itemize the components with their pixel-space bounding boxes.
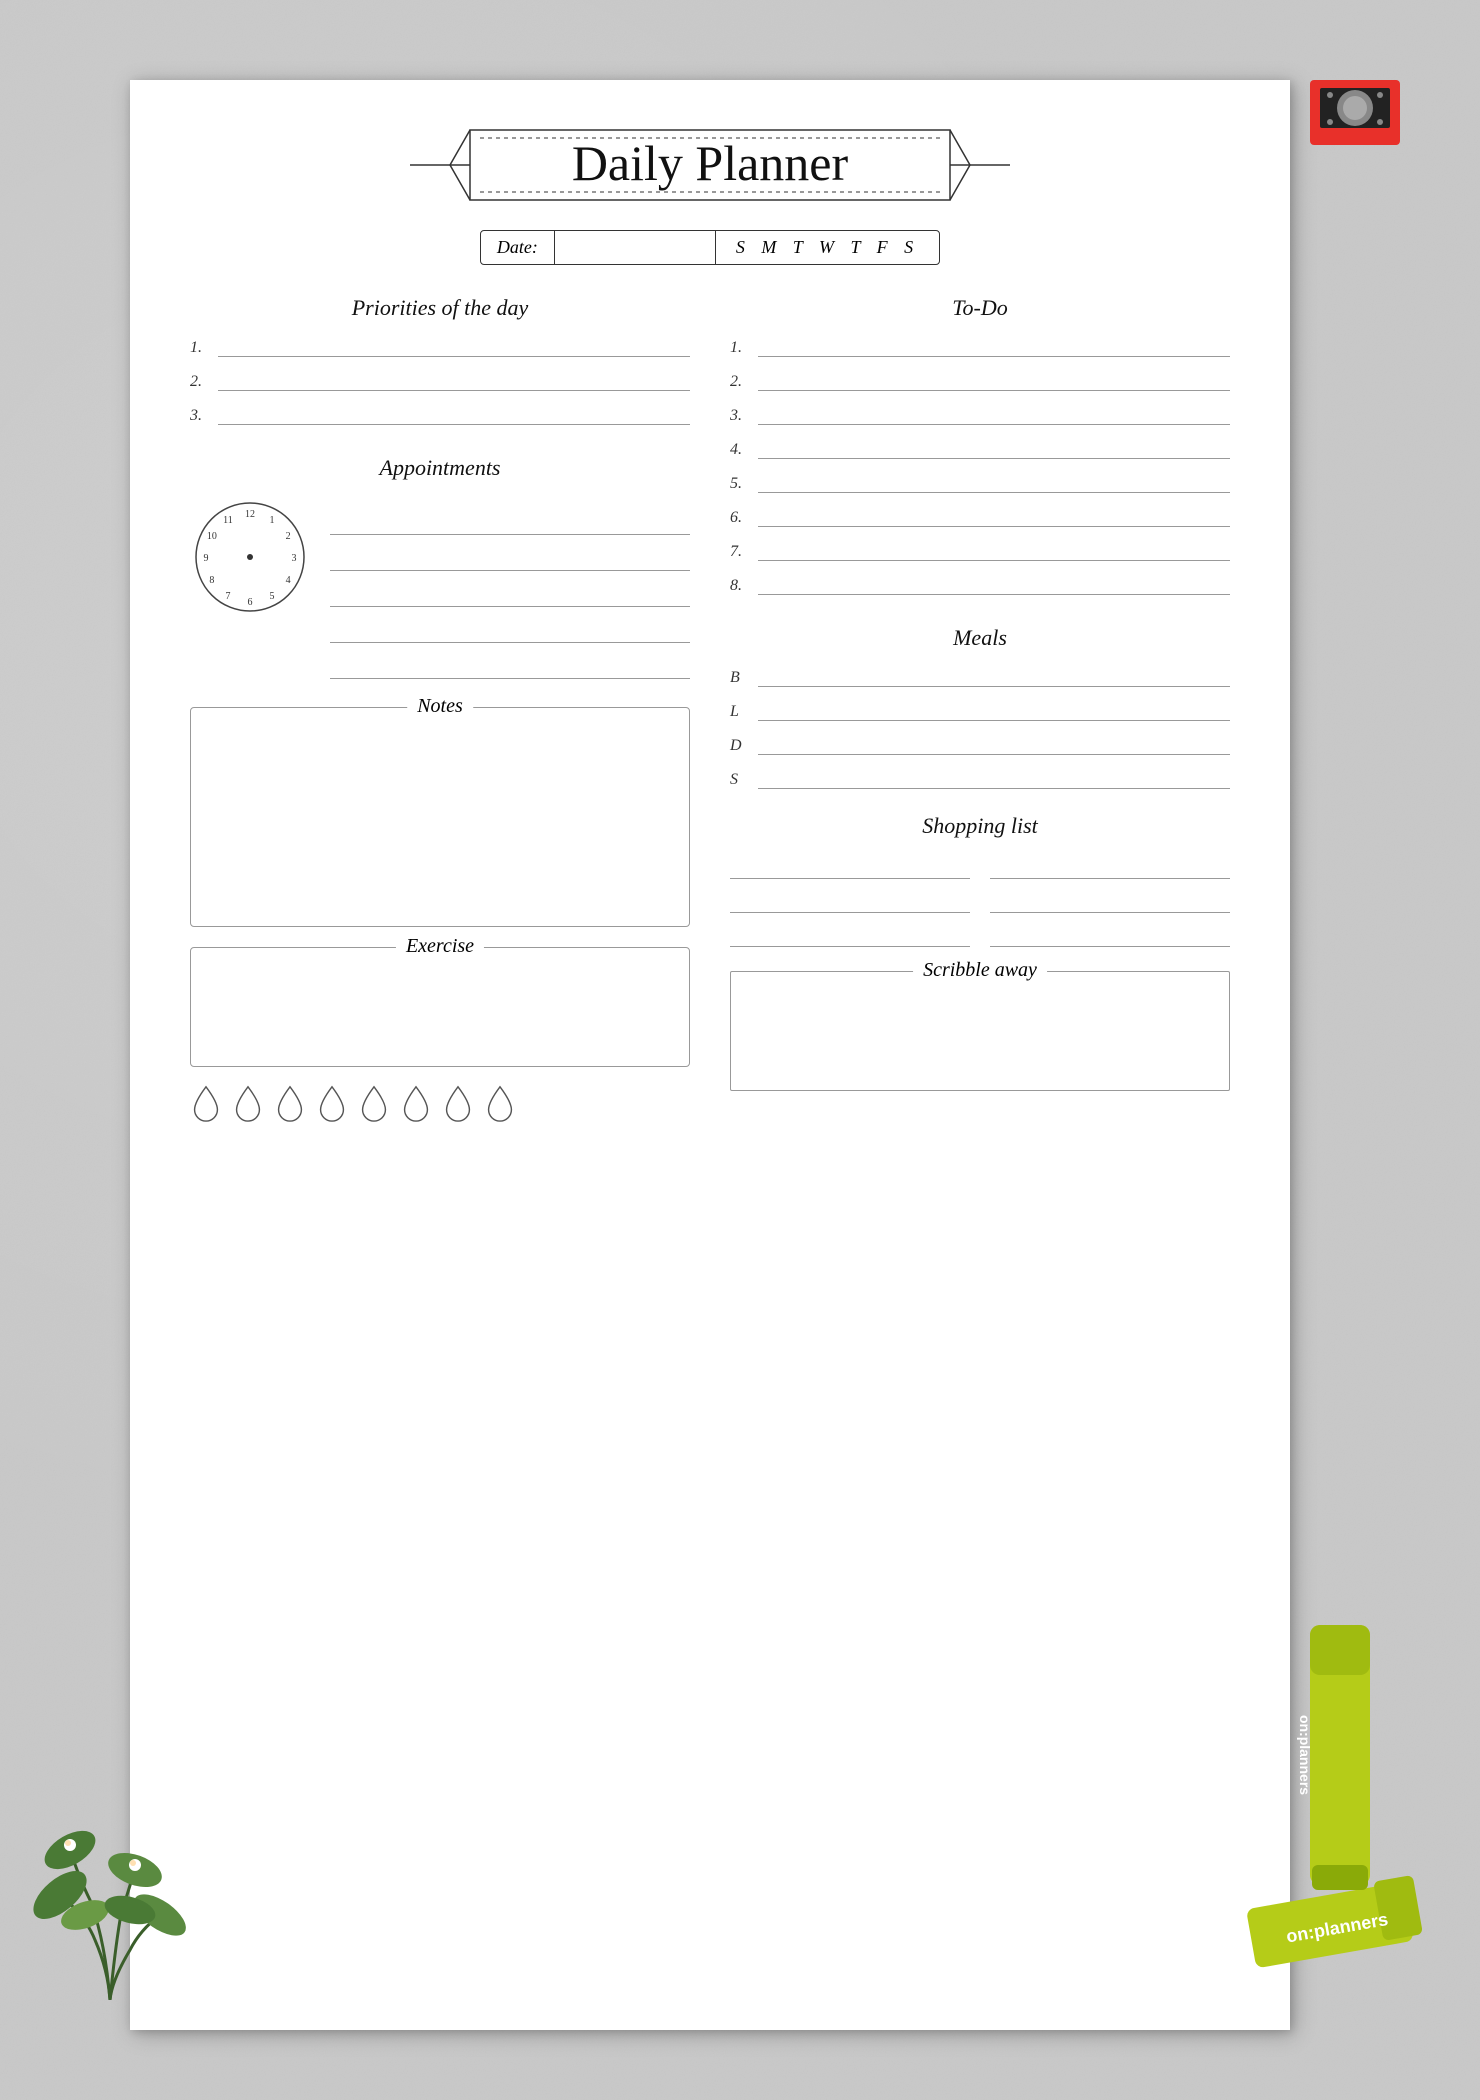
meal-snack: S xyxy=(730,769,1230,789)
appt-line-4 xyxy=(330,615,690,643)
clock-icon: 121234567891011 xyxy=(190,497,310,617)
water-drop-5 xyxy=(358,1083,390,1123)
exercise-box: Exercise xyxy=(190,947,690,1067)
days-row: S M T W T F S xyxy=(715,231,939,264)
priority-item-3: 3. xyxy=(190,405,690,425)
appointment-lines xyxy=(330,497,690,687)
shopping-line-6 xyxy=(990,923,1230,947)
svg-text:11: 11 xyxy=(223,515,233,526)
meals-title: Meals xyxy=(730,625,1230,651)
svg-text:2: 2 xyxy=(286,531,291,542)
shopping-title: Shopping list xyxy=(730,813,1230,839)
sharpener-decoration xyxy=(1300,60,1420,160)
todo-item-6: 6. xyxy=(730,507,1230,527)
water-drop-1 xyxy=(190,1083,222,1123)
svg-text:12: 12 xyxy=(245,509,255,520)
shopping-line-2 xyxy=(990,855,1230,879)
appointments-inner: 121234567891011 xyxy=(190,497,690,687)
banner-area: Daily Planner xyxy=(190,120,1230,210)
notes-box: Notes xyxy=(190,707,690,927)
shopping-grid xyxy=(730,855,1230,947)
main-content: Priorities of the day 1. 2. 3. Appointme… xyxy=(190,295,1230,1143)
todo-item-3: 3. xyxy=(730,405,1230,425)
paper: Daily Planner Date: S M T W T F S Priori… xyxy=(130,80,1290,2030)
date-label: Date: xyxy=(481,231,555,264)
shopping-line-4 xyxy=(990,889,1230,913)
water-drop-3 xyxy=(274,1083,306,1123)
appointments-section: Appointments 121234567891011 xyxy=(190,455,690,687)
water-drop-2 xyxy=(232,1083,264,1123)
water-drop-6 xyxy=(400,1083,432,1123)
left-column: Priorities of the day 1. 2. 3. Appointme… xyxy=(190,295,690,1143)
svg-text:Daily Planner: Daily Planner xyxy=(572,135,849,191)
scribble-title: Scribble away xyxy=(913,959,1047,982)
appt-line-1 xyxy=(330,507,690,535)
svg-text:on:planners: on:planners xyxy=(1297,1715,1313,1795)
todo-item-4: 4. xyxy=(730,439,1230,459)
water-drop-4 xyxy=(316,1083,348,1123)
water-drop-8 xyxy=(484,1083,516,1123)
meal-lunch: L xyxy=(730,701,1230,721)
plant-decoration xyxy=(20,1740,200,2000)
appointments-title: Appointments xyxy=(190,455,690,481)
meal-breakfast: B xyxy=(730,667,1230,687)
notes-title: Notes xyxy=(407,695,473,718)
todo-item-5: 5. xyxy=(730,473,1230,493)
water-drop-7 xyxy=(442,1083,474,1123)
priorities-title: Priorities of the day xyxy=(190,295,690,321)
svg-text:5: 5 xyxy=(270,591,275,602)
shopping-line-1 xyxy=(730,855,970,879)
appt-line-5 xyxy=(330,651,690,679)
exercise-section: Exercise xyxy=(190,947,690,1123)
meals-section: Meals B L D S xyxy=(730,625,1230,789)
shopping-line-3 xyxy=(730,889,970,913)
svg-text:9: 9 xyxy=(204,553,209,564)
notes-section: Notes xyxy=(190,707,690,927)
svg-text:6: 6 xyxy=(248,597,253,608)
water-drops xyxy=(190,1083,690,1123)
svg-text:4: 4 xyxy=(286,575,291,586)
todo-item-1: 1. xyxy=(730,337,1230,357)
shopping-line-5 xyxy=(730,923,970,947)
shopping-section: Shopping list xyxy=(730,813,1230,947)
svg-text:3: 3 xyxy=(292,553,297,564)
date-box: Date: S M T W T F S xyxy=(480,230,940,265)
svg-text:10: 10 xyxy=(207,531,217,542)
exercise-title: Exercise xyxy=(396,935,484,958)
priority-item-1: 1. xyxy=(190,337,690,357)
meal-dinner: D xyxy=(730,735,1230,755)
date-row: Date: S M T W T F S xyxy=(190,230,1230,265)
appt-line-2 xyxy=(330,543,690,571)
highlighter-decoration: on:planners on:planners xyxy=(1230,1595,1430,2000)
todo-item-2: 2. xyxy=(730,371,1230,391)
todo-section: To-Do 1. 2. 3. 4. 5. xyxy=(730,295,1230,595)
todo-item-8: 8. xyxy=(730,575,1230,595)
priority-item-2: 2. xyxy=(190,371,690,391)
svg-text:8: 8 xyxy=(209,575,214,586)
svg-text:7: 7 xyxy=(226,591,231,602)
scribble-section: Scribble away xyxy=(730,971,1230,1091)
todo-item-7: 7. xyxy=(730,541,1230,561)
scribble-box: Scribble away xyxy=(730,971,1230,1091)
right-column: To-Do 1. 2. 3. 4. 5. xyxy=(730,295,1230,1143)
priorities-section: Priorities of the day 1. 2. 3. xyxy=(190,295,690,425)
svg-text:1: 1 xyxy=(270,515,275,526)
todo-title: To-Do xyxy=(730,295,1230,321)
appt-line-3 xyxy=(330,579,690,607)
